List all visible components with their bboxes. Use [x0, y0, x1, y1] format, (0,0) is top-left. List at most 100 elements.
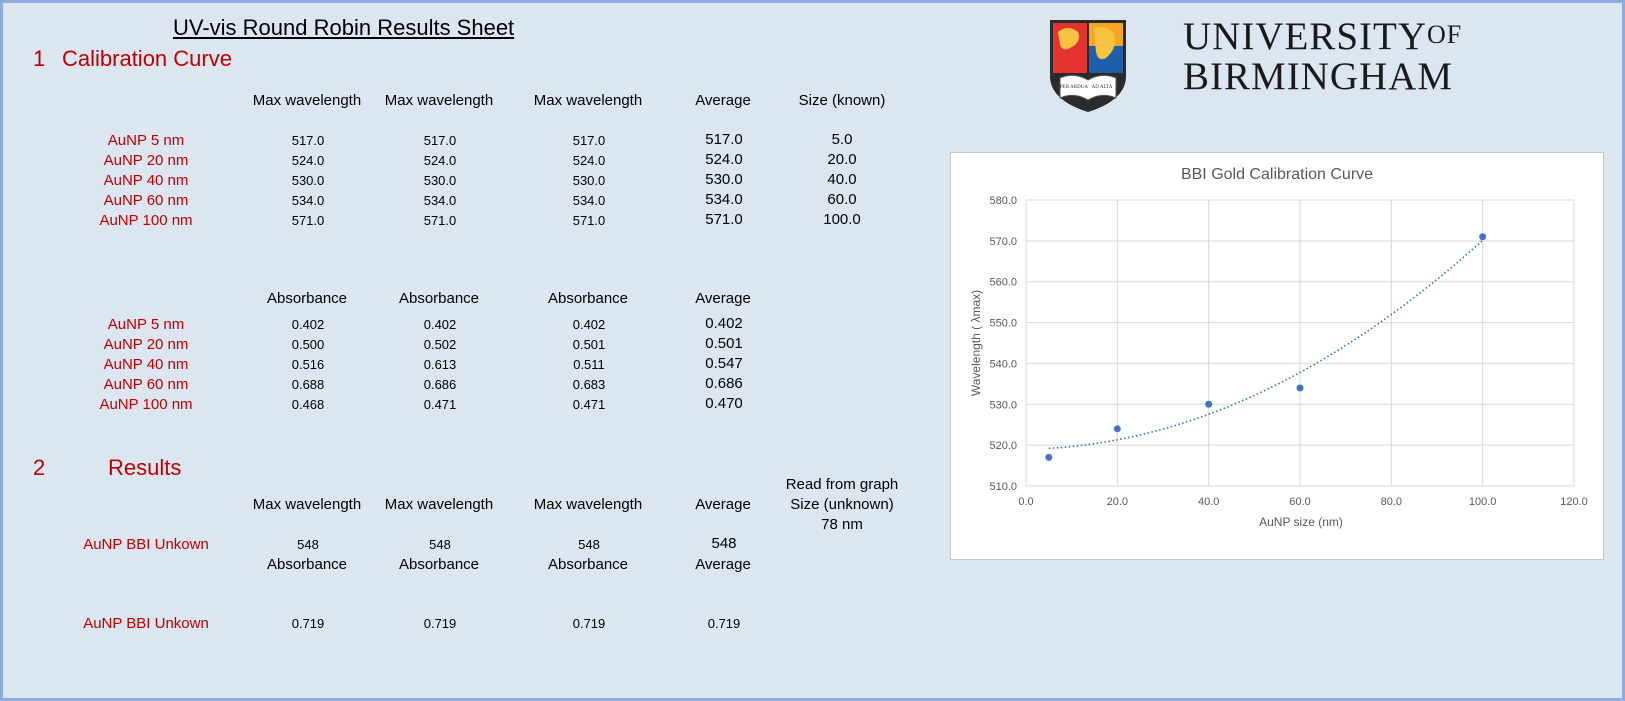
table-cell: 0.468 [291, 397, 325, 412]
column-header: Max wavelength [533, 496, 643, 513]
row-label: AuNP 60 nm [103, 192, 189, 209]
crest-book-left: PER ARDUA [1060, 85, 1088, 90]
size-unknown-value: 78 nm [821, 516, 863, 533]
table-cell: 534.0 [572, 193, 606, 208]
column-header: Absorbance [547, 290, 629, 307]
table-cell: 60.0 [827, 191, 857, 208]
y-tick-label: 560.0 [989, 277, 1017, 289]
table-cell: 571.0 [291, 213, 325, 228]
wordmark-line1: UNIVERSITY [1183, 15, 1427, 58]
table-cell: 0.402 [705, 315, 743, 332]
table-cell: 20.0 [827, 151, 857, 168]
table-cell: 517.0 [291, 133, 325, 148]
x-tick-label: 40.0 [1198, 496, 1219, 508]
table-cell: 571.0 [423, 213, 457, 228]
table-cell: 0.470 [705, 395, 743, 412]
sheet-title: UV-vis Round Robin Results Sheet [173, 15, 515, 40]
column-header: Average [695, 556, 751, 573]
y-tick-label: 570.0 [989, 236, 1017, 248]
column-header: Average [695, 290, 751, 307]
column-header: Absorbance [266, 290, 348, 307]
row-label: AuNP 5 nm [107, 132, 185, 149]
university-wordmark: UNIVERSITYOF BIRMINGHAM [1183, 17, 1462, 97]
table-cell: 0.511 [573, 357, 605, 372]
column-header: Max wavelength [252, 496, 362, 513]
table-cell: 0.502 [423, 337, 457, 352]
table-cell: 0.719 [572, 616, 606, 631]
table-cell: 0.501 [572, 337, 606, 352]
size-unknown-header: Size (unknown) [790, 496, 894, 513]
chart-title: BBI Gold Calibration Curve [1181, 166, 1373, 183]
y-tick-label: 530.0 [989, 399, 1017, 411]
table-cell: 0.500 [291, 337, 325, 352]
data-point [1205, 400, 1213, 408]
column-header: Absorbance [398, 290, 480, 307]
table-cell: 548 [711, 535, 737, 552]
table-cell: 100.0 [823, 211, 861, 228]
column-header: Max wavelength [384, 496, 494, 513]
y-axis-label: Wavelength ( λmax) [969, 290, 983, 396]
wordmark-line2: BIRMINGHAM [1183, 55, 1454, 98]
y-tick-label: 540.0 [989, 358, 1017, 370]
table-cell: 534.0 [423, 193, 457, 208]
table-cell: 0.501 [705, 335, 743, 352]
row-label: AuNP 100 nm [99, 396, 193, 413]
table-cell: 530.0 [291, 173, 325, 188]
row-label: AuNP 40 nm [103, 172, 189, 189]
table-cell: 517.0 [705, 131, 743, 148]
table-cell: 0.402 [572, 317, 606, 332]
table-cell: 517.0 [423, 133, 457, 148]
data-point [1479, 233, 1487, 241]
table-cell: 524.0 [423, 153, 457, 168]
x-tick-label: 120.0 [1560, 496, 1588, 508]
table-cell: 517.0 [572, 133, 606, 148]
x-tick-label: 80.0 [1381, 496, 1402, 508]
table-cell: 40.0 [827, 171, 857, 188]
table-cell: 0.719 [423, 616, 457, 631]
university-crest-logo: PER ARDUA AD ALTA [1050, 20, 1126, 112]
data-point [1113, 425, 1121, 433]
section-1-title: Calibration Curve [62, 46, 232, 71]
table-cell: 0.516 [291, 357, 325, 372]
table-cell: 548 [297, 537, 319, 552]
row-label: AuNP 20 nm [103, 152, 189, 169]
table-cell: 0.471 [572, 397, 606, 412]
column-header: Max wavelength [384, 92, 494, 109]
y-tick-label: 520.0 [989, 440, 1017, 452]
table-cell: 0.686 [705, 375, 743, 392]
row-label: AuNP BBI Unkown [83, 615, 209, 632]
section-2-number: 2 [33, 455, 46, 480]
table-cell: 548 [429, 537, 451, 552]
row-label: AuNP 100 nm [99, 212, 193, 229]
x-tick-label: 60.0 [1289, 496, 1310, 508]
column-header: Average [695, 496, 751, 513]
table-cell: 524.0 [705, 151, 743, 168]
row-label: AuNP 20 nm [103, 336, 189, 353]
chart-canvas: BBI Gold Calibration Curve 510.0 520.0 530.… [969, 166, 1588, 529]
column-header: Absorbance [266, 556, 348, 573]
table-cell: 524.0 [291, 153, 325, 168]
wordmark-of: OF [1426, 20, 1463, 49]
table-cell: 0.402 [291, 317, 325, 332]
column-header: Max wavelength [252, 92, 362, 109]
read-from-graph-header: Read from graph [785, 476, 899, 493]
calibration-chart: BBI Gold Calibration Curve 510.0 520.0 530.… [950, 152, 1604, 560]
data-point [1045, 453, 1053, 461]
column-header: Absorbance [398, 556, 480, 573]
y-tick-label: 510.0 [989, 481, 1017, 493]
x-tick-label: 20.0 [1107, 496, 1128, 508]
table-cell: 0.613 [423, 357, 457, 372]
x-tick-label: 0.0 [1018, 496, 1033, 508]
table-cell: 0.719 [707, 616, 741, 631]
table-cell: 571.0 [572, 213, 606, 228]
x-tick-label: 100.0 [1469, 496, 1497, 508]
row-label: AuNP 60 nm [103, 376, 189, 393]
table-cell: 530.0 [572, 173, 606, 188]
table-cell: 548 [578, 537, 600, 552]
y-tick-label: 580.0 [989, 195, 1017, 207]
crest-book-right: AD ALTA [1092, 85, 1113, 90]
section-1-number: 1 [33, 46, 46, 71]
column-header: Absorbance [547, 556, 629, 573]
table-cell: 571.0 [705, 211, 743, 228]
column-header: Max wavelength [533, 92, 643, 109]
